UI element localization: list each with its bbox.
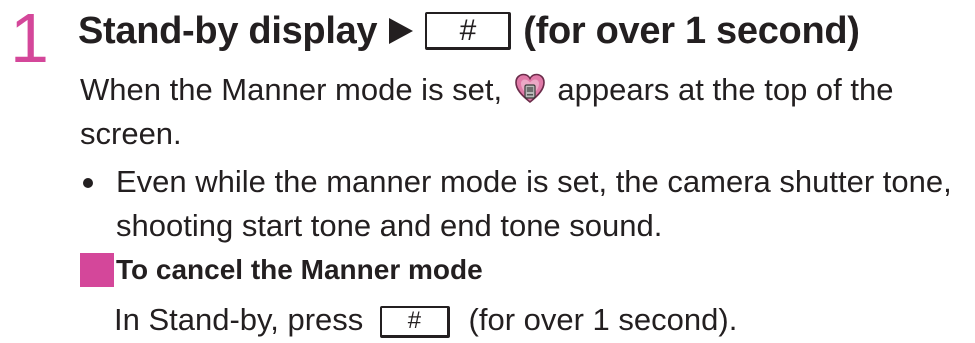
square-marker-icon: [80, 253, 114, 287]
cancel-text-after: (for over 1 second).: [468, 302, 738, 337]
manner-mode-heart-icon: [514, 73, 545, 104]
cancel-text-before: In Stand-by, press: [114, 302, 364, 337]
step-heading-start: Stand-by display: [78, 9, 378, 52]
cancel-instruction: In Stand-by, press # (for over 1 second)…: [114, 298, 737, 342]
list-item: Even while the manner mode is set, the c…: [80, 160, 960, 248]
step-heading: Stand-by display # (for over 1 second): [78, 6, 860, 56]
right-arrow-icon: [389, 18, 414, 44]
manner-mode-description: When the Manner mode is set, appears at …: [80, 68, 960, 156]
hash-key-icon: #: [425, 12, 512, 50]
bullet-text: Even while the manner mode is set, the c…: [116, 164, 952, 243]
step-number: 1: [10, 0, 49, 77]
description-before-icon: When the Manner mode is set,: [80, 72, 503, 107]
bullet-icon: [83, 178, 93, 188]
step-heading-end: (for over 1 second): [523, 9, 860, 52]
cancel-subheading-text: To cancel the Manner mode: [116, 254, 483, 285]
cancel-subheading: To cancel the Manner mode: [80, 251, 483, 289]
hash-key-icon: #: [379, 305, 450, 338]
